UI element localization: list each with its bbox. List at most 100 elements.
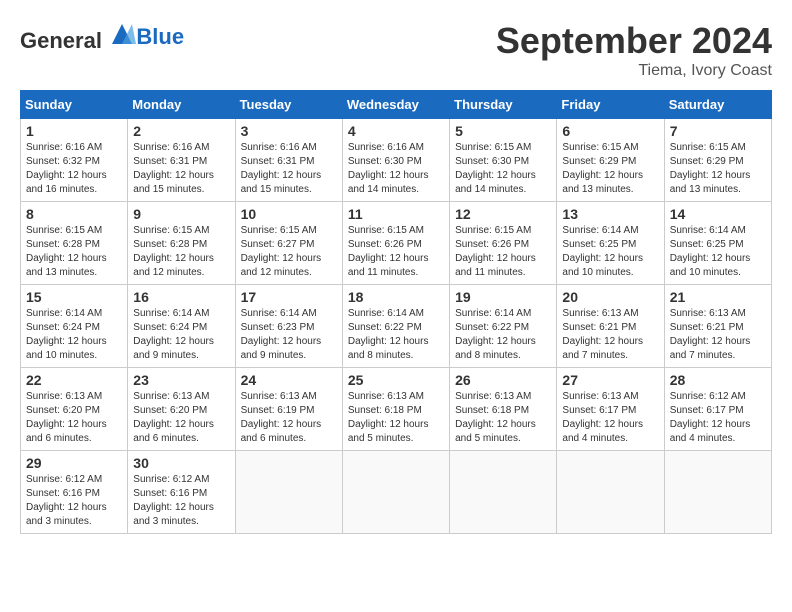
day-info: Sunrise: 6:12 AMSunset: 6:16 PMDaylight:… [133,474,214,527]
calendar-cell: 18 Sunrise: 6:14 AMSunset: 6:22 PMDaylig… [342,285,449,368]
day-number: 23 [133,372,229,388]
calendar-cell: 23 Sunrise: 6:13 AMSunset: 6:20 PMDaylig… [128,368,235,451]
day-number: 8 [26,206,122,222]
day-number: 6 [562,123,658,139]
calendar-cell: 20 Sunrise: 6:13 AMSunset: 6:21 PMDaylig… [557,285,664,368]
calendar-cell: 8 Sunrise: 6:15 AMSunset: 6:28 PMDayligh… [21,202,128,285]
col-monday: Monday [128,91,235,119]
day-number: 26 [455,372,551,388]
logo: General Blue [20,20,184,54]
day-number: 27 [562,372,658,388]
calendar-cell: 1 Sunrise: 6:16 AMSunset: 6:32 PMDayligh… [21,119,128,202]
day-info: Sunrise: 6:13 AMSunset: 6:19 PMDaylight:… [241,391,322,444]
month-title: September 2024 [496,20,772,62]
calendar-cell: 5 Sunrise: 6:15 AMSunset: 6:30 PMDayligh… [450,119,557,202]
day-info: Sunrise: 6:16 AMSunset: 6:30 PMDaylight:… [348,142,429,195]
calendar-cell: 27 Sunrise: 6:13 AMSunset: 6:17 PMDaylig… [557,368,664,451]
day-number: 13 [562,206,658,222]
day-info: Sunrise: 6:12 AMSunset: 6:17 PMDaylight:… [670,391,751,444]
calendar-cell: 12 Sunrise: 6:15 AMSunset: 6:26 PMDaylig… [450,202,557,285]
day-number: 21 [670,289,766,305]
day-number: 19 [455,289,551,305]
col-friday: Friday [557,91,664,119]
day-info: Sunrise: 6:15 AMSunset: 6:28 PMDaylight:… [26,225,107,278]
day-info: Sunrise: 6:15 AMSunset: 6:26 PMDaylight:… [455,225,536,278]
col-wednesday: Wednesday [342,91,449,119]
day-number: 3 [241,123,337,139]
day-info: Sunrise: 6:16 AMSunset: 6:32 PMDaylight:… [26,142,107,195]
day-info: Sunrise: 6:14 AMSunset: 6:22 PMDaylight:… [348,308,429,361]
day-number: 7 [670,123,766,139]
day-number: 5 [455,123,551,139]
calendar-cell: 21 Sunrise: 6:13 AMSunset: 6:21 PMDaylig… [664,285,771,368]
calendar-cell: 6 Sunrise: 6:15 AMSunset: 6:29 PMDayligh… [557,119,664,202]
calendar-cell [664,451,771,534]
location-title: Tiema, Ivory Coast [496,62,772,80]
day-number: 4 [348,123,444,139]
calendar-cell: 11 Sunrise: 6:15 AMSunset: 6:26 PMDaylig… [342,202,449,285]
day-number: 25 [348,372,444,388]
day-info: Sunrise: 6:13 AMSunset: 6:20 PMDaylight:… [133,391,214,444]
col-sunday: Sunday [21,91,128,119]
day-info: Sunrise: 6:14 AMSunset: 6:22 PMDaylight:… [455,308,536,361]
calendar-cell: 29 Sunrise: 6:12 AMSunset: 6:16 PMDaylig… [21,451,128,534]
day-number: 17 [241,289,337,305]
calendar-cell: 25 Sunrise: 6:13 AMSunset: 6:18 PMDaylig… [342,368,449,451]
calendar-cell: 16 Sunrise: 6:14 AMSunset: 6:24 PMDaylig… [128,285,235,368]
day-info: Sunrise: 6:13 AMSunset: 6:20 PMDaylight:… [26,391,107,444]
day-number: 28 [670,372,766,388]
day-info: Sunrise: 6:13 AMSunset: 6:17 PMDaylight:… [562,391,643,444]
calendar-cell: 26 Sunrise: 6:13 AMSunset: 6:18 PMDaylig… [450,368,557,451]
calendar-cell [557,451,664,534]
title-area: September 2024 Tiema, Ivory Coast [496,20,772,80]
day-number: 29 [26,455,122,471]
day-number: 20 [562,289,658,305]
day-info: Sunrise: 6:16 AMSunset: 6:31 PMDaylight:… [241,142,322,195]
calendar-cell: 28 Sunrise: 6:12 AMSunset: 6:17 PMDaylig… [664,368,771,451]
logo-icon [108,20,136,48]
col-tuesday: Tuesday [235,91,342,119]
calendar-cell: 15 Sunrise: 6:14 AMSunset: 6:24 PMDaylig… [21,285,128,368]
day-info: Sunrise: 6:12 AMSunset: 6:16 PMDaylight:… [26,474,107,527]
day-number: 24 [241,372,337,388]
day-number: 22 [26,372,122,388]
calendar-week-row: 8 Sunrise: 6:15 AMSunset: 6:28 PMDayligh… [21,202,772,285]
day-info: Sunrise: 6:15 AMSunset: 6:28 PMDaylight:… [133,225,214,278]
day-number: 9 [133,206,229,222]
day-info: Sunrise: 6:15 AMSunset: 6:27 PMDaylight:… [241,225,322,278]
day-info: Sunrise: 6:14 AMSunset: 6:23 PMDaylight:… [241,308,322,361]
day-info: Sunrise: 6:15 AMSunset: 6:26 PMDaylight:… [348,225,429,278]
calendar-cell [342,451,449,534]
calendar-cell: 7 Sunrise: 6:15 AMSunset: 6:29 PMDayligh… [664,119,771,202]
calendar-cell: 10 Sunrise: 6:15 AMSunset: 6:27 PMDaylig… [235,202,342,285]
calendar-cell: 19 Sunrise: 6:14 AMSunset: 6:22 PMDaylig… [450,285,557,368]
day-info: Sunrise: 6:14 AMSunset: 6:24 PMDaylight:… [26,308,107,361]
page-header: General Blue September 2024 Tiema, Ivory… [20,20,772,80]
day-info: Sunrise: 6:15 AMSunset: 6:29 PMDaylight:… [562,142,643,195]
logo-blue: Blue [136,24,184,49]
calendar-cell [235,451,342,534]
calendar-header-row: Sunday Monday Tuesday Wednesday Thursday… [21,91,772,119]
calendar-cell: 22 Sunrise: 6:13 AMSunset: 6:20 PMDaylig… [21,368,128,451]
calendar-cell: 24 Sunrise: 6:13 AMSunset: 6:19 PMDaylig… [235,368,342,451]
calendar-cell: 17 Sunrise: 6:14 AMSunset: 6:23 PMDaylig… [235,285,342,368]
calendar-week-row: 29 Sunrise: 6:12 AMSunset: 6:16 PMDaylig… [21,451,772,534]
day-info: Sunrise: 6:14 AMSunset: 6:25 PMDaylight:… [562,225,643,278]
day-info: Sunrise: 6:15 AMSunset: 6:29 PMDaylight:… [670,142,751,195]
calendar-week-row: 22 Sunrise: 6:13 AMSunset: 6:20 PMDaylig… [21,368,772,451]
day-info: Sunrise: 6:14 AMSunset: 6:25 PMDaylight:… [670,225,751,278]
day-number: 10 [241,206,337,222]
day-info: Sunrise: 6:16 AMSunset: 6:31 PMDaylight:… [133,142,214,195]
calendar: Sunday Monday Tuesday Wednesday Thursday… [20,90,772,534]
day-info: Sunrise: 6:13 AMSunset: 6:21 PMDaylight:… [562,308,643,361]
calendar-cell: 13 Sunrise: 6:14 AMSunset: 6:25 PMDaylig… [557,202,664,285]
day-number: 30 [133,455,229,471]
day-number: 2 [133,123,229,139]
logo-general: General [20,28,102,53]
day-number: 15 [26,289,122,305]
day-info: Sunrise: 6:14 AMSunset: 6:24 PMDaylight:… [133,308,214,361]
day-number: 12 [455,206,551,222]
col-saturday: Saturday [664,91,771,119]
calendar-cell: 2 Sunrise: 6:16 AMSunset: 6:31 PMDayligh… [128,119,235,202]
calendar-cell: 14 Sunrise: 6:14 AMSunset: 6:25 PMDaylig… [664,202,771,285]
